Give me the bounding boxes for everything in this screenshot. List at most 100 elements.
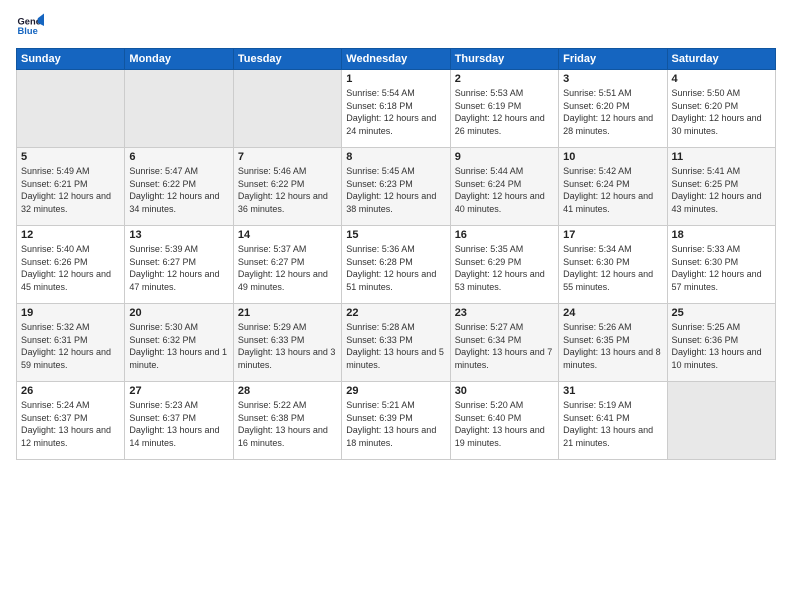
calendar-cell: 29 Sunrise: 5:21 AM Sunset: 6:39 PM Dayli… (342, 382, 450, 460)
day-number: 18 (672, 229, 771, 241)
weekday-header: Thursday (450, 49, 558, 70)
day-number: 21 (238, 307, 337, 319)
calendar-cell: 24 Sunrise: 5:26 AM Sunset: 6:35 PM Dayli… (559, 304, 667, 382)
calendar-cell: 3 Sunrise: 5:51 AM Sunset: 6:20 PM Daylig… (559, 70, 667, 148)
day-number: 8 (346, 151, 445, 163)
day-info: Sunrise: 5:24 AM Sunset: 6:37 PM Dayligh… (21, 399, 120, 449)
weekday-header: Friday (559, 49, 667, 70)
day-number: 10 (563, 151, 662, 163)
day-info: Sunrise: 5:44 AM Sunset: 6:24 PM Dayligh… (455, 165, 554, 215)
day-number: 15 (346, 229, 445, 241)
day-number: 14 (238, 229, 337, 241)
calendar-cell: 15 Sunrise: 5:36 AM Sunset: 6:28 PM Dayli… (342, 226, 450, 304)
logo-icon: General Blue (16, 12, 44, 40)
day-info: Sunrise: 5:30 AM Sunset: 6:32 PM Dayligh… (129, 321, 228, 371)
calendar-cell: 9 Sunrise: 5:44 AM Sunset: 6:24 PM Daylig… (450, 148, 558, 226)
day-info: Sunrise: 5:51 AM Sunset: 6:20 PM Dayligh… (563, 87, 662, 137)
calendar-cell: 8 Sunrise: 5:45 AM Sunset: 6:23 PM Daylig… (342, 148, 450, 226)
calendar-week-row: 19 Sunrise: 5:32 AM Sunset: 6:31 PM Dayli… (17, 304, 776, 382)
day-number: 9 (455, 151, 554, 163)
calendar-cell: 16 Sunrise: 5:35 AM Sunset: 6:29 PM Dayli… (450, 226, 558, 304)
day-number: 2 (455, 73, 554, 85)
day-info: Sunrise: 5:45 AM Sunset: 6:23 PM Dayligh… (346, 165, 445, 215)
calendar-table: SundayMondayTuesdayWednesdayThursdayFrid… (16, 48, 776, 460)
day-info: Sunrise: 5:40 AM Sunset: 6:26 PM Dayligh… (21, 243, 120, 293)
day-info: Sunrise: 5:21 AM Sunset: 6:39 PM Dayligh… (346, 399, 445, 449)
day-number: 3 (563, 73, 662, 85)
day-info: Sunrise: 5:27 AM Sunset: 6:34 PM Dayligh… (455, 321, 554, 371)
calendar-cell (125, 70, 233, 148)
day-info: Sunrise: 5:50 AM Sunset: 6:20 PM Dayligh… (672, 87, 771, 137)
calendar-cell (17, 70, 125, 148)
calendar-cell: 17 Sunrise: 5:34 AM Sunset: 6:30 PM Dayli… (559, 226, 667, 304)
day-number: 16 (455, 229, 554, 241)
day-info: Sunrise: 5:54 AM Sunset: 6:18 PM Dayligh… (346, 87, 445, 137)
day-info: Sunrise: 5:23 AM Sunset: 6:37 PM Dayligh… (129, 399, 228, 449)
day-number: 17 (563, 229, 662, 241)
day-info: Sunrise: 5:41 AM Sunset: 6:25 PM Dayligh… (672, 165, 771, 215)
day-number: 7 (238, 151, 337, 163)
day-number: 11 (672, 151, 771, 163)
day-info: Sunrise: 5:47 AM Sunset: 6:22 PM Dayligh… (129, 165, 228, 215)
day-info: Sunrise: 5:34 AM Sunset: 6:30 PM Dayligh… (563, 243, 662, 293)
calendar-cell: 31 Sunrise: 5:19 AM Sunset: 6:41 PM Dayli… (559, 382, 667, 460)
day-number: 24 (563, 307, 662, 319)
calendar-cell: 26Sunrise: 5:24 AM Sunset: 6:37 PM Dayli… (17, 382, 125, 460)
calendar-cell: 30Sunrise: 5:20 AM Sunset: 6:40 PM Dayli… (450, 382, 558, 460)
day-info: Sunrise: 5:39 AM Sunset: 6:27 PM Dayligh… (129, 243, 228, 293)
calendar-cell: 20Sunrise: 5:30 AM Sunset: 6:32 PM Dayli… (125, 304, 233, 382)
day-number: 25 (672, 307, 771, 319)
calendar-cell: 5 Sunrise: 5:49 AM Sunset: 6:21 PM Daylig… (17, 148, 125, 226)
day-number: 13 (129, 229, 228, 241)
calendar-cell: 10 Sunrise: 5:42 AM Sunset: 6:24 PM Dayli… (559, 148, 667, 226)
day-info: Sunrise: 5:28 AM Sunset: 6:33 PM Dayligh… (346, 321, 445, 371)
calendar-cell: 25 Sunrise: 5:25 AM Sunset: 6:36 PM Dayli… (667, 304, 775, 382)
day-number: 4 (672, 73, 771, 85)
calendar-cell: 2Sunrise: 5:53 AM Sunset: 6:19 PM Daylig… (450, 70, 558, 148)
weekday-header-row: SundayMondayTuesdayWednesdayThursdayFrid… (17, 49, 776, 70)
calendar-cell: 22Sunrise: 5:28 AM Sunset: 6:33 PM Dayli… (342, 304, 450, 382)
calendar-cell: 6 Sunrise: 5:47 AM Sunset: 6:22 PM Daylig… (125, 148, 233, 226)
day-number: 1 (346, 73, 445, 85)
calendar-cell: 4 Sunrise: 5:50 AM Sunset: 6:20 PM Daylig… (667, 70, 775, 148)
day-info: Sunrise: 5:20 AM Sunset: 6:40 PM Dayligh… (455, 399, 554, 449)
calendar-page: General Blue SundayMondayTuesdayWednesda… (0, 0, 792, 612)
day-info: Sunrise: 5:36 AM Sunset: 6:28 PM Dayligh… (346, 243, 445, 293)
calendar-cell: 19 Sunrise: 5:32 AM Sunset: 6:31 PM Dayli… (17, 304, 125, 382)
day-info: Sunrise: 5:29 AM Sunset: 6:33 PM Dayligh… (238, 321, 337, 371)
day-number: 23 (455, 307, 554, 319)
calendar-week-row: 12 Sunrise: 5:40 AM Sunset: 6:26 PM Dayli… (17, 226, 776, 304)
weekday-header: Saturday (667, 49, 775, 70)
day-info: Sunrise: 5:25 AM Sunset: 6:36 PM Dayligh… (672, 321, 771, 371)
weekday-header: Monday (125, 49, 233, 70)
calendar-cell: 11 Sunrise: 5:41 AM Sunset: 6:25 PM Dayli… (667, 148, 775, 226)
calendar-cell: 13 Sunrise: 5:39 AM Sunset: 6:27 PM Dayli… (125, 226, 233, 304)
day-info: Sunrise: 5:42 AM Sunset: 6:24 PM Dayligh… (563, 165, 662, 215)
calendar-cell: 23 Sunrise: 5:27 AM Sunset: 6:34 PM Dayli… (450, 304, 558, 382)
day-info: Sunrise: 5:49 AM Sunset: 6:21 PM Dayligh… (21, 165, 120, 215)
day-info: Sunrise: 5:32 AM Sunset: 6:31 PM Dayligh… (21, 321, 120, 371)
calendar-cell: 14 Sunrise: 5:37 AM Sunset: 6:27 PM Dayli… (233, 226, 341, 304)
day-number: 12 (21, 229, 120, 241)
calendar-week-row: 1 Sunrise: 5:54 AM Sunset: 6:18 PM Daylig… (17, 70, 776, 148)
weekday-header: Wednesday (342, 49, 450, 70)
day-number: 19 (21, 307, 120, 319)
calendar-cell: 21 Sunrise: 5:29 AM Sunset: 6:33 PM Dayli… (233, 304, 341, 382)
day-number: 6 (129, 151, 228, 163)
svg-text:Blue: Blue (18, 26, 38, 36)
day-info: Sunrise: 5:19 AM Sunset: 6:41 PM Dayligh… (563, 399, 662, 449)
weekday-header: Sunday (17, 49, 125, 70)
day-number: 31 (563, 385, 662, 397)
day-info: Sunrise: 5:37 AM Sunset: 6:27 PM Dayligh… (238, 243, 337, 293)
calendar-cell: 27Sunrise: 5:23 AM Sunset: 6:37 PM Dayli… (125, 382, 233, 460)
calendar-cell: 18Sunrise: 5:33 AM Sunset: 6:30 PM Dayli… (667, 226, 775, 304)
calendar-cell: 7Sunrise: 5:46 AM Sunset: 6:22 PM Daylig… (233, 148, 341, 226)
logo: General Blue (16, 12, 44, 40)
day-number: 5 (21, 151, 120, 163)
day-info: Sunrise: 5:22 AM Sunset: 6:38 PM Dayligh… (238, 399, 337, 449)
day-number: 29 (346, 385, 445, 397)
page-header: General Blue (16, 12, 776, 40)
calendar-cell (233, 70, 341, 148)
day-info: Sunrise: 5:35 AM Sunset: 6:29 PM Dayligh… (455, 243, 554, 293)
day-info: Sunrise: 5:26 AM Sunset: 6:35 PM Dayligh… (563, 321, 662, 371)
